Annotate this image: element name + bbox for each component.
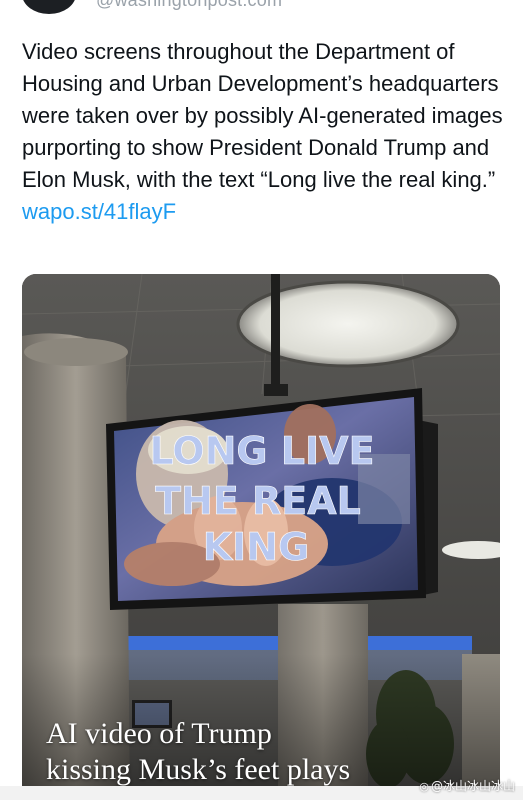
screen-text-line-1: LONG LIVE [149, 429, 374, 473]
watermark-text: @冰山冰山冰山 [430, 779, 515, 793]
avatar[interactable] [22, 0, 76, 14]
screen-text-line-2: THE REAL [155, 479, 361, 523]
screen-text-line-3: KING [203, 525, 310, 569]
weibo-icon: ◎ [419, 780, 429, 793]
watermark: ◎ @冰山冰山冰山 [419, 777, 515, 794]
tweet-link[interactable]: wapo.st/41flayF [22, 199, 176, 224]
mount-pole [271, 274, 280, 392]
tweet-text: Video screens throughout the Department … [22, 36, 512, 228]
headline-line-1: AI video of Trump [46, 717, 272, 750]
account-handle[interactable]: @washingtonpost.com [96, 0, 282, 11]
tweet-body: Video screens throughout the Department … [22, 39, 503, 192]
